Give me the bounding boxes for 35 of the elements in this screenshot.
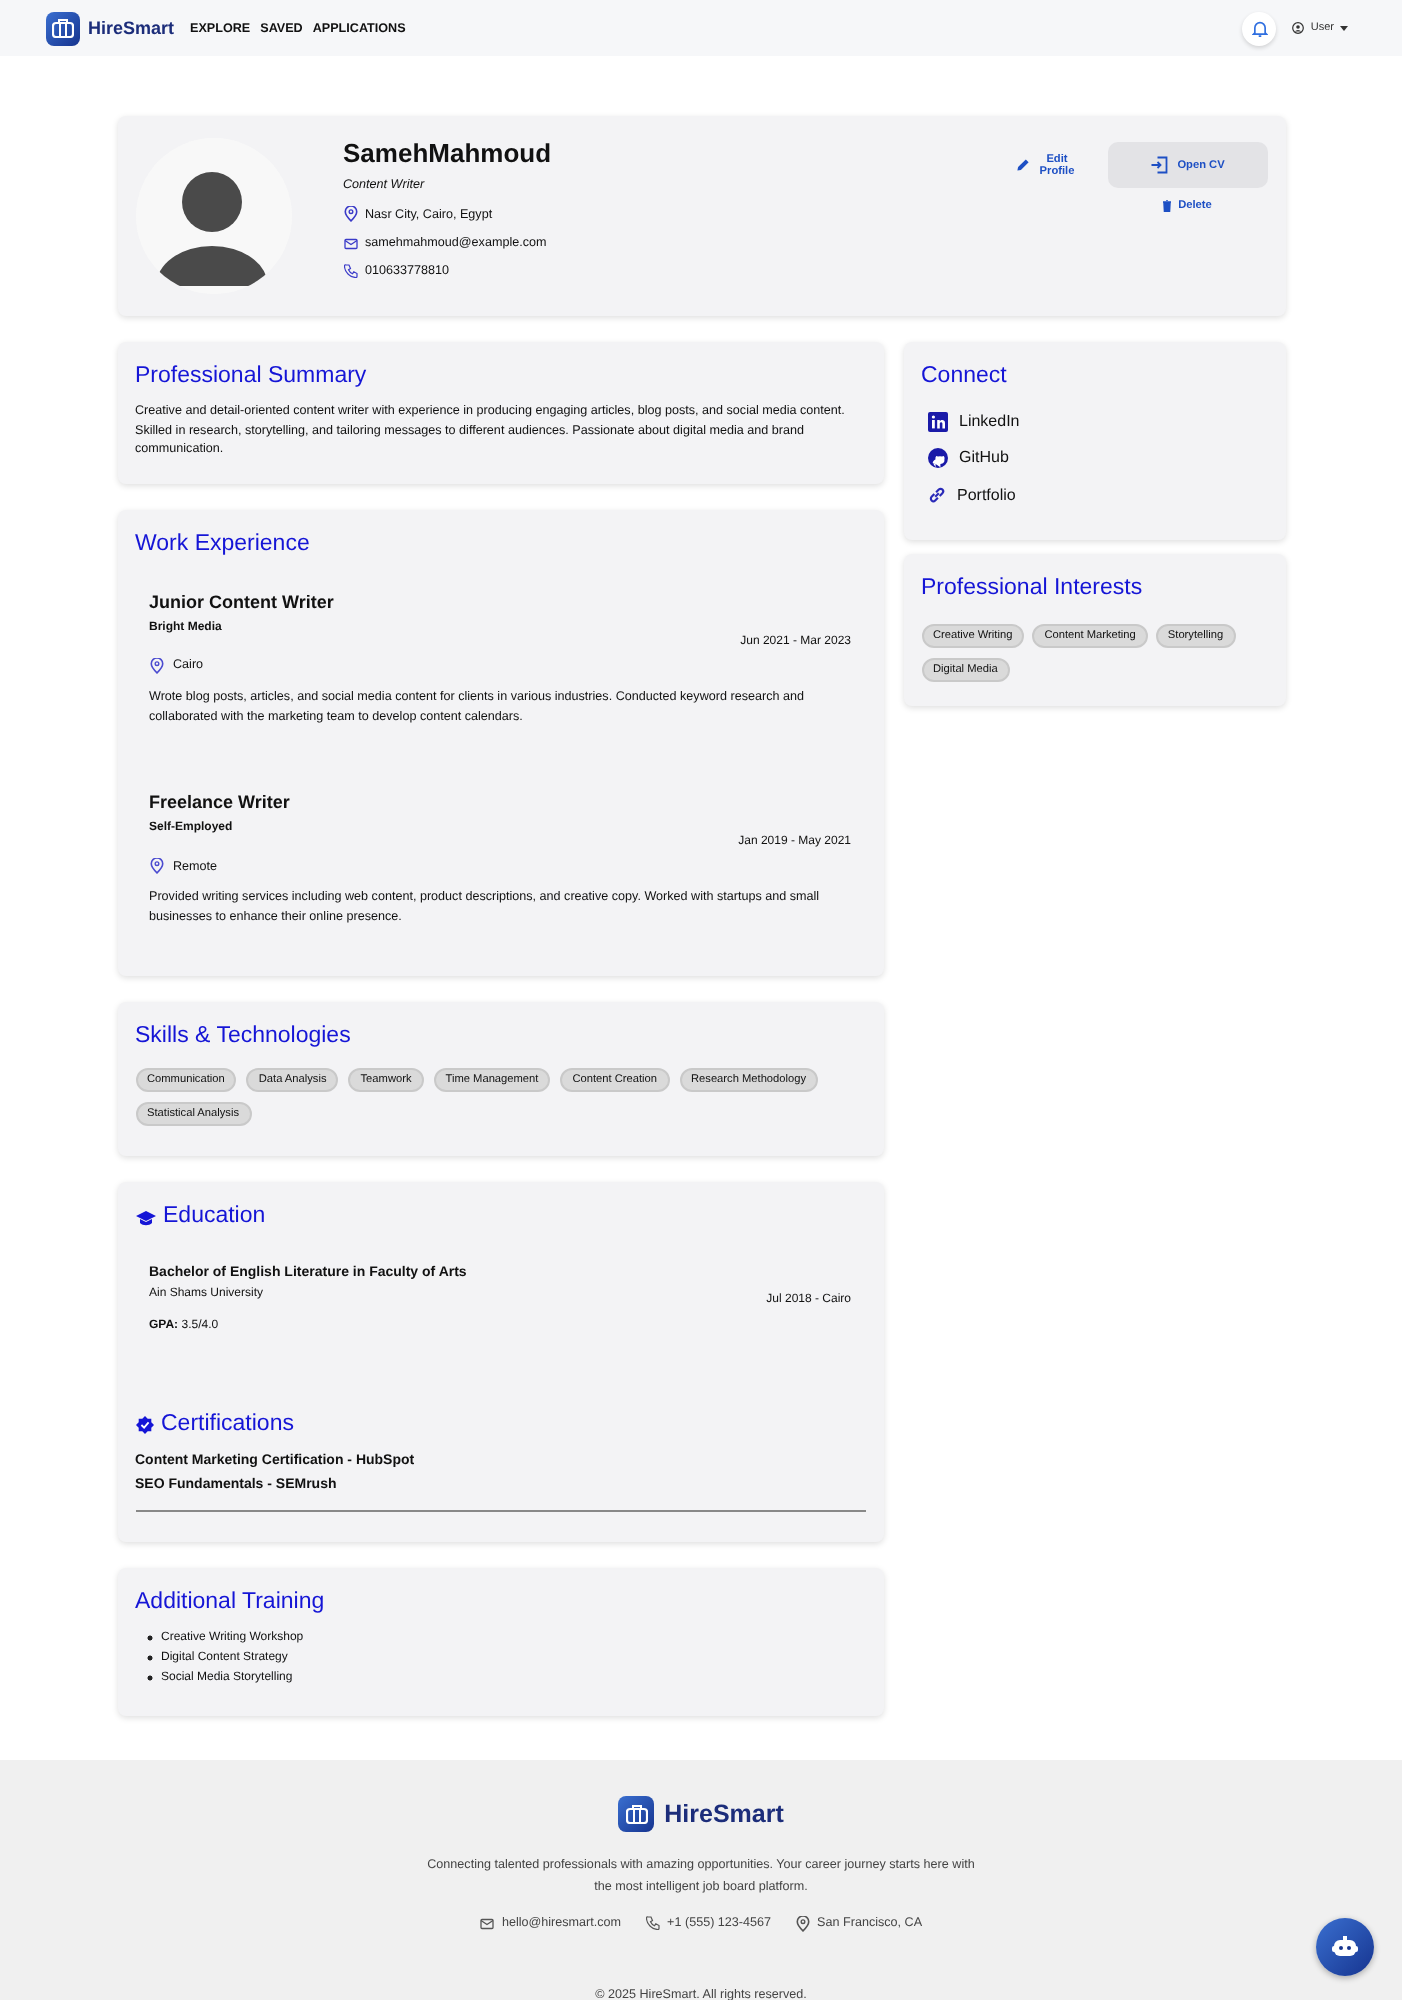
linkedin-icon	[927, 412, 947, 432]
github-icon	[927, 448, 947, 469]
robot-icon	[1332, 1936, 1358, 1958]
section-title: Certifications	[135, 1407, 865, 1444]
profile-link[interactable]: Portfolio	[927, 483, 1267, 508]
caret-icon	[1340, 25, 1348, 31]
profile-link[interactable]: LinkedIn	[927, 409, 1267, 435]
bell-icon	[1251, 19, 1268, 37]
brand-name: HireSmart	[88, 18, 175, 38]
section-title: Connect	[921, 362, 1009, 392]
profile-name: SamehMahmoud	[343, 138, 552, 168]
location-pin-icon	[149, 858, 163, 875]
job-role: Junior Content Writer	[149, 589, 336, 616]
location-pin-icon	[343, 206, 357, 222]
section-title: Education	[135, 1199, 865, 1235]
notification-button[interactable]	[1242, 11, 1277, 45]
section-title: Additional Training	[135, 1587, 327, 1618]
job-role: Freelance Writer	[149, 790, 292, 817]
brand-name: HireSmart	[664, 1799, 784, 1828]
link-icon	[927, 486, 945, 505]
trash-icon	[1162, 200, 1173, 212]
section-title: Work Experience	[135, 530, 312, 561]
section-title: Professional Interests	[921, 573, 1145, 604]
phone-icon	[343, 264, 357, 278]
briefcase-icon	[52, 18, 74, 38]
pencil-icon	[1015, 158, 1029, 172]
sign-in-icon	[1149, 156, 1168, 174]
section-title: Skills & Technologies	[135, 1021, 353, 1052]
user-icon	[1292, 22, 1305, 34]
chatbot-button[interactable]	[1316, 1918, 1374, 1976]
location-pin-icon	[149, 657, 163, 674]
section-title: Professional Summary	[135, 362, 369, 392]
envelope-icon	[343, 237, 357, 249]
logo-icon[interactable]	[46, 11, 80, 45]
profile-link[interactable]: GitHub	[927, 446, 1267, 472]
